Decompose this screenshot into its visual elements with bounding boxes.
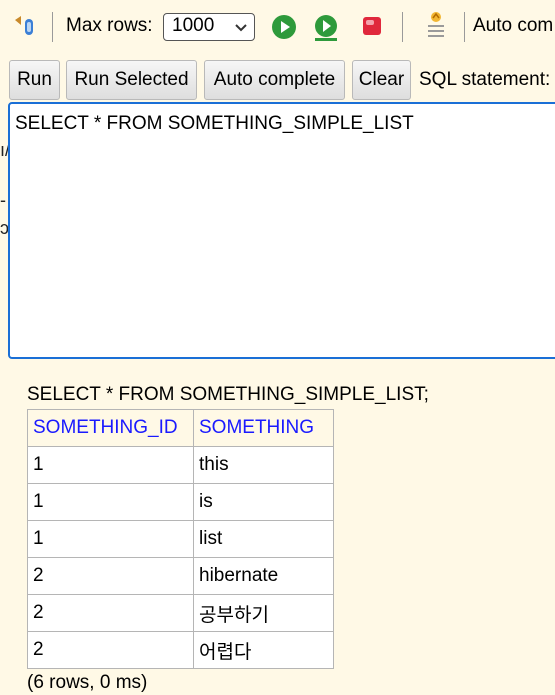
refresh-icon[interactable]	[12, 14, 38, 46]
sql-editor-text[interactable]: SELECT * FROM SOMETHING_SIMPLE_LIST	[15, 113, 414, 134]
table-row: 2 공부하기	[27, 594, 334, 632]
toolbar-separator	[52, 12, 53, 42]
stop-icon[interactable]	[361, 15, 383, 43]
left-edge-fragment: -	[0, 190, 6, 210]
column-header[interactable]: SOMETHING	[193, 409, 334, 447]
chevron-down-icon	[234, 17, 248, 43]
sql-editor[interactable]: SELECT * FROM SOMETHING_SIMPLE_LIST	[8, 102, 555, 359]
toolbar-separator	[402, 12, 403, 42]
max-rows-value: 1000	[172, 15, 215, 36]
table-cell: 공부하기	[193, 594, 334, 632]
table-cell: hibernate	[193, 557, 334, 595]
run-button[interactable]: Run	[9, 60, 60, 100]
table-cell: 어렵다	[193, 631, 334, 669]
clear-button[interactable]: Clear	[352, 60, 411, 100]
column-header[interactable]: SOMETHING_ID	[27, 409, 194, 447]
table-cell: 2	[27, 557, 194, 595]
sql-statement-label: SQL statement:	[419, 69, 551, 90]
results-table: SOMETHING_ID SOMETHING 1 this 1 is 1 lis…	[27, 409, 334, 669]
table-cell: 2	[27, 594, 194, 632]
table-cell: this	[193, 446, 334, 484]
run-icon[interactable]	[271, 14, 297, 46]
table-cell: 1	[27, 483, 194, 521]
table-row: 1 this	[27, 446, 334, 484]
auto-complete-button[interactable]: Auto complete	[204, 60, 345, 100]
result-query: SELECT * FROM SOMETHING_SIMPLE_LIST;	[27, 384, 429, 405]
table-cell: 1	[27, 446, 194, 484]
auto-commit-label: Auto com	[473, 15, 554, 36]
table-header-row: SOMETHING_ID SOMETHING	[27, 409, 334, 447]
table-cell: is	[193, 483, 334, 521]
table-cell: 1	[27, 520, 194, 558]
toolbar: Max rows: 1000 Auto com	[0, 0, 555, 56]
run-selected-icon[interactable]	[312, 14, 340, 48]
table-row: 2 hibernate	[27, 557, 334, 595]
toolbar-separator	[464, 12, 465, 42]
max-rows-select[interactable]: 1000	[163, 13, 255, 41]
history-icon[interactable]	[424, 10, 448, 48]
table-cell: list	[193, 520, 334, 558]
table-cell: 2	[27, 631, 194, 669]
table-row: 2 어렵다	[27, 631, 334, 669]
max-rows-label: Max rows:	[66, 15, 153, 36]
table-row: 1 is	[27, 483, 334, 521]
table-row: 1 list	[27, 520, 334, 558]
row-count-summary: (6 rows, 0 ms)	[27, 672, 148, 693]
run-selected-button[interactable]: Run Selected	[66, 60, 197, 100]
